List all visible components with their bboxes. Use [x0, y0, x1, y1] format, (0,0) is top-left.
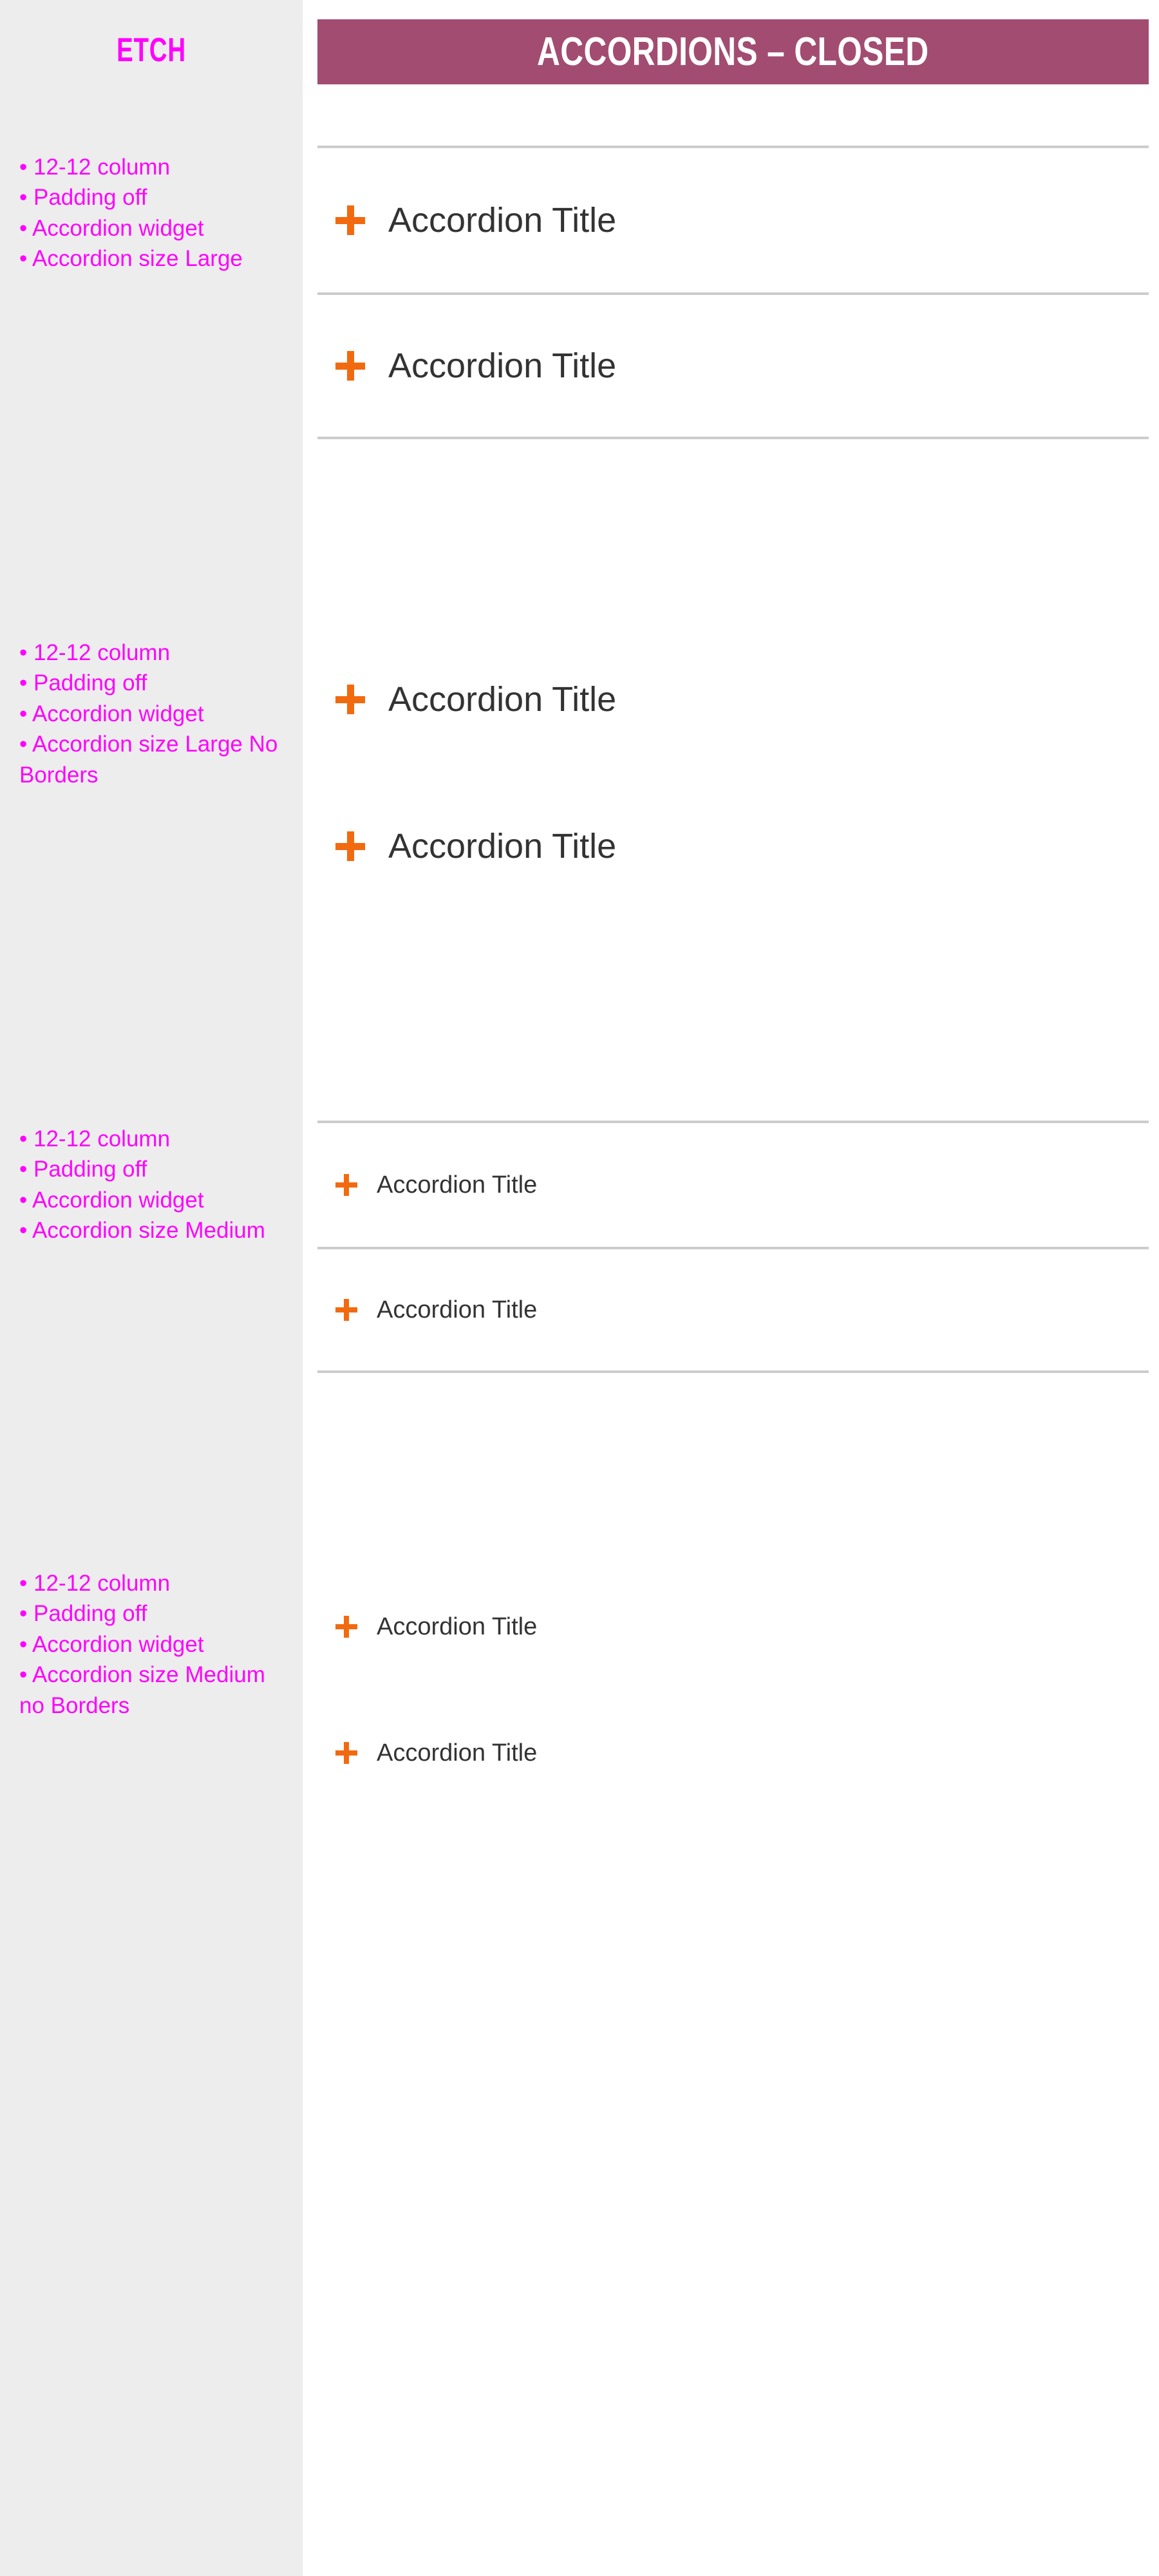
annotation-line: • Padding off	[19, 185, 147, 211]
accordion-section-medium-no-borders: Accordion Title Accordion Title	[317, 1564, 1149, 1816]
annotation-line: • Accordion size Medium no Borders	[19, 1662, 265, 1718]
accordion-title: Accordion Title	[377, 1613, 538, 1640]
accordion-item[interactable]: Accordion Title	[317, 146, 1149, 292]
plus-icon	[335, 831, 365, 861]
accordion-section-medium-bordered: Accordion Title Accordion Title	[317, 1121, 1149, 1373]
brand-logo: ETCH	[117, 32, 186, 69]
accordion-item[interactable]: Accordion Title	[317, 626, 1149, 773]
annotation-line: • Accordion widget	[19, 701, 204, 726]
plus-icon	[335, 1299, 357, 1321]
accordion-item[interactable]: Accordion Title	[317, 1690, 1149, 1816]
accordion-item[interactable]: Accordion Title	[317, 292, 1149, 439]
annotation-block-large-no-borders: • 12-12 column • Padding off • Accordion…	[19, 638, 290, 790]
annotation-line: • Padding off	[19, 670, 147, 696]
plus-icon	[335, 685, 365, 714]
annotation-line: • Accordion widget	[19, 1187, 204, 1213]
annotation-line: • Padding off	[19, 1157, 147, 1182]
annotation-line: • Accordion size Large	[19, 246, 243, 272]
plus-icon	[335, 1742, 357, 1764]
plus-icon	[335, 1174, 357, 1196]
accordion-title: Accordion Title	[377, 1171, 538, 1198]
accordion-title: Accordion Title	[388, 827, 617, 866]
accordion-item[interactable]: Accordion Title	[317, 1564, 1149, 1690]
plus-icon	[335, 205, 365, 235]
annotation-line: • Accordion widget	[19, 215, 204, 241]
annotation-line: • 12-12 column	[19, 640, 171, 665]
annotation-sidebar: ETCH • 12-12 column • Padding off • Acco…	[0, 0, 303, 2576]
page-title: ACCORDIONS – CLOSED	[537, 29, 929, 74]
accordion-title: Accordion Title	[377, 1739, 538, 1766]
annotation-line: • 12-12 column	[19, 155, 171, 180]
accordion-title: Accordion Title	[388, 201, 617, 240]
accordion-title: Accordion Title	[388, 346, 617, 385]
accordion-section-large-no-borders: Accordion Title Accordion Title	[317, 626, 1149, 920]
annotation-line: • Accordion size Large No Borders	[19, 732, 278, 788]
accordion-item[interactable]: Accordion Title	[317, 1247, 1149, 1373]
accordion-title: Accordion Title	[377, 1296, 538, 1323]
plus-icon	[335, 1616, 357, 1638]
page-header-banner: ACCORDIONS – CLOSED	[317, 19, 1149, 84]
annotation-block-medium: • 12-12 column • Padding off • Accordion…	[19, 1124, 290, 1246]
content-column: ACCORDIONS – CLOSED Accordion Title Acco…	[303, 0, 1159, 2576]
accordion-section-large-bordered: Accordion Title Accordion Title	[317, 146, 1149, 439]
accordion-item[interactable]: Accordion Title	[317, 1121, 1149, 1247]
plus-icon	[335, 351, 365, 381]
page-root: ETCH • 12-12 column • Padding off • Acco…	[0, 0, 1159, 2576]
annotation-line: • 12-12 column	[19, 1126, 171, 1151]
annotation-line: • Accordion widget	[19, 1631, 204, 1657]
annotation-line: • 12-12 column	[19, 1571, 171, 1596]
accordion-item[interactable]: Accordion Title	[317, 773, 1149, 920]
accordion-title: Accordion Title	[388, 680, 617, 719]
annotation-block-large: • 12-12 column • Padding off • Accordion…	[19, 152, 290, 274]
annotation-line: • Accordion size Medium	[19, 1218, 265, 1244]
annotation-block-medium-no-borders: • 12-12 column • Padding off • Accordion…	[19, 1568, 290, 1721]
annotation-line: • Padding off	[19, 1601, 147, 1627]
